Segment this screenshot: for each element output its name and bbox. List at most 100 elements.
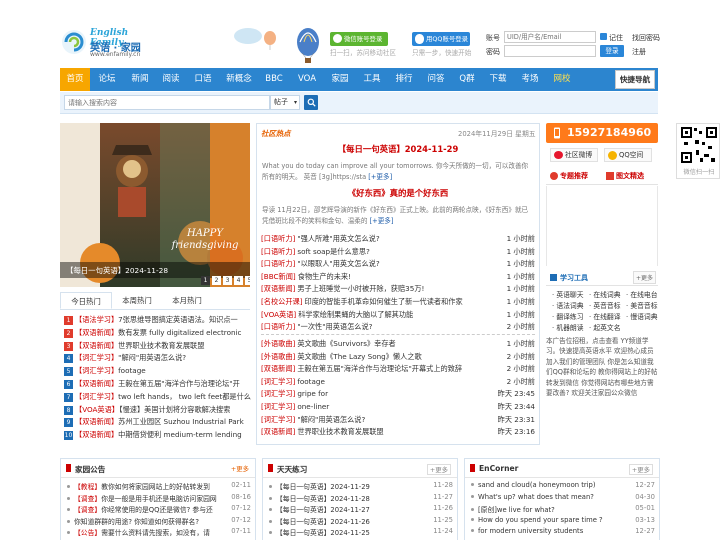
nav-item-new-concept[interactable]: 新概念	[220, 68, 258, 91]
bottom-item-title[interactable]: 【每日一句英语】2024-11-29	[276, 483, 370, 491]
hot-item-tag[interactable]: 【双语新闻】	[75, 430, 118, 439]
tool-link[interactable]: · 起英文名	[585, 322, 621, 332]
news-item-title[interactable]: "强人所难"用英文怎么说?	[297, 234, 379, 243]
bottom-item-title[interactable]: 需要什么资料请先搜索，如没有，请	[101, 529, 210, 537]
hot-item-title[interactable]: 王毅在第五届"海洋合作与治理论坛"开	[118, 379, 240, 388]
tools-more-link[interactable]: +更多	[632, 271, 656, 284]
hot-item-tag[interactable]: 【双语新闻】	[75, 379, 118, 388]
hot-item-title[interactable]: 数有发票 fully digitalized electronic	[118, 328, 241, 337]
news-item-tag[interactable]: [口语听力]	[261, 247, 295, 256]
hot-list-item[interactable]: 5 【词汇学习】footage	[64, 366, 252, 379]
news-item-title[interactable]: gripe for	[297, 389, 328, 398]
nav-item-voa[interactable]: VOA	[290, 68, 324, 91]
tool-link[interactable]: · 慢语词典	[622, 311, 658, 321]
nav-item-download[interactable]: 下载	[482, 68, 514, 91]
hot-list-item[interactable]: 2 【双语新闻】数有发票 fully digitalized electronic	[64, 328, 252, 341]
news-item-title[interactable]: 王毅在第五届"海洋合作与治理论坛"开幕式上的致辞	[297, 364, 462, 373]
bottom-item-title[interactable]: [原创]we live for what?	[478, 506, 555, 514]
wechat-login-button[interactable]: 微信账号登录	[330, 32, 388, 46]
news-item-title[interactable]: 科学家绘制果蝇的大脑以了解其功能	[298, 310, 413, 319]
bottom-item-title[interactable]: What's up? what does that mean?	[478, 493, 594, 501]
hot-item-tag[interactable]: 【双语新闻】	[75, 417, 118, 426]
tab-month-hot[interactable]: 本月热门	[162, 292, 212, 309]
bottom-item-title[interactable]: 【每日一句英语】2024-11-26	[276, 518, 370, 526]
news-item[interactable]: [双语新闻] 男子上班睡觉一小时被开除，获赔35万! 1 小时前	[261, 284, 535, 297]
feature-slider[interactable]: HAPPY friendsgiving 【每日一句英语】2024-11-28 1…	[60, 123, 250, 287]
slider-page-2[interactable]: 2	[212, 276, 221, 285]
hot-item-tag[interactable]: 【双语新闻】	[75, 341, 118, 350]
news-item[interactable]: [外语歌曲] 英文歌曲《The Lazy Song》懒人之歌 2 小时前	[261, 352, 535, 365]
nav-item-forum[interactable]: 论坛	[90, 68, 124, 91]
nav-item-online-school[interactable]: 网校	[546, 68, 578, 91]
news-item[interactable]: [口语听力] "以眼取人"用英文怎么说? 1 小时前	[261, 259, 535, 272]
news-item-title[interactable]: soft soap是什么意思?	[297, 247, 370, 256]
bottom-item-title[interactable]: 【每日一句英语】2024-11-28	[276, 495, 370, 503]
news-item-tag[interactable]: [词汇学习]	[261, 415, 295, 424]
news-item-title[interactable]: 世界职业技术教育发展联盟	[297, 427, 383, 436]
news-item-tag[interactable]: [词汇学习]	[261, 389, 295, 398]
hot-list-item[interactable]: 9 【双语新闻】苏州工业园区 Suzhou Industrial Park	[64, 417, 252, 430]
notice-more-link[interactable]: +更多	[231, 464, 249, 473]
hot-item-tag[interactable]: 【词汇学习】	[75, 366, 118, 375]
nav-item-qa[interactable]: 问答	[420, 68, 452, 91]
news-item[interactable]: [双语新闻] 王毅在第五届"海洋合作与治理论坛"开幕式上的致辞 2 小时前	[261, 364, 535, 377]
register-link[interactable]: 注册	[632, 47, 646, 57]
nav-item-qgroup[interactable]: Q群	[452, 68, 482, 91]
hot-list-item[interactable]: 6 【双语新闻】王毅在第五届"海洋合作与治理论坛"开	[64, 379, 252, 392]
slider-page-3[interactable]: 3	[223, 276, 232, 285]
news-item-tag[interactable]: [双语新闻]	[261, 284, 295, 293]
tool-link[interactable]: · 英语聊天	[548, 289, 584, 299]
nav-item-reading[interactable]: 阅读	[156, 68, 186, 91]
feature1-title[interactable]: 【每日一句英语】2024-11-29	[256, 143, 540, 155]
news-item-tag[interactable]: [外语歌曲]	[261, 339, 295, 348]
feature2-more-link[interactable]: [+更多]	[370, 217, 394, 225]
nav-item-home-garden[interactable]: 家园	[324, 68, 356, 91]
hot-item-tag[interactable]: 【VOA英语】	[75, 405, 119, 414]
hot-list-item[interactable]: 3 【双语新闻】世界职业技术教育发展联盟	[64, 341, 252, 354]
bottom-item-title[interactable]: sand and cloud(a honeymoon trip)	[478, 481, 596, 489]
login-button[interactable]: 登录	[600, 45, 624, 57]
news-item[interactable]: [口语听力] "一次性"用英语怎么说? 2 小时前	[261, 322, 535, 335]
nav-item-speaking[interactable]: 口语	[186, 68, 220, 91]
tool-link[interactable]: · 语法词典	[548, 300, 584, 310]
qzone-link[interactable]: QQ空间	[604, 148, 652, 162]
news-item-tag[interactable]: [VOA英语]	[261, 310, 296, 319]
hot-item-tag[interactable]: 【双语新闻】	[75, 328, 118, 337]
feature1-more-link[interactable]: [+更多]	[368, 173, 392, 181]
phone-banner[interactable]: 15927184960	[546, 123, 658, 143]
hot-list-item[interactable]: 1 【语法学习】7张思维导图搞定英语语法。知识点一	[64, 315, 252, 328]
news-item-title[interactable]: "一次性"用英语怎么说?	[297, 322, 372, 331]
news-item-title[interactable]: 食物生产的未来!	[298, 272, 351, 281]
hot-item-tag[interactable]: 【语法学习】	[75, 315, 118, 324]
hot-list-item[interactable]: 8 【VOA英语】【慢速】美国计划将分容歌解决搜索	[64, 405, 252, 418]
slider-page-5[interactable]: 5	[245, 276, 250, 285]
news-item-tag[interactable]: [名校公开课]	[261, 297, 303, 306]
news-item[interactable]: [BBC新闻] 食物生产的未来! 1 小时前	[261, 272, 535, 285]
search-type-select[interactable]: 帖子 ▾	[270, 95, 300, 110]
tool-link[interactable]: · 美音音标	[622, 300, 658, 310]
weibo-link[interactable]: 社区微博	[550, 148, 598, 162]
news-item-tag[interactable]: [词汇学习]	[261, 377, 295, 386]
bottom-item-title[interactable]: 你是一般是用手机还是电脑访问家园网	[101, 495, 217, 503]
news-item-tag[interactable]: [口语听力]	[261, 234, 295, 243]
tool-link[interactable]: · 在线电台	[622, 289, 658, 299]
nav-item-bbc[interactable]: BBC	[258, 68, 290, 91]
news-item-tag[interactable]: [口语听力]	[261, 259, 295, 268]
news-item-title[interactable]: footage	[297, 377, 325, 386]
bottom-item-title[interactable]: 教你如何将家园网站上的好帖转发到	[101, 483, 210, 491]
sidebar-notice[interactable]: 本广告位招租，点击查看 YY频道学习。快速提高英语水平 欢迎热心成员加入我们的管…	[546, 336, 658, 398]
feature2-title[interactable]: 《好东西》真的是个好东西	[256, 187, 540, 199]
hot-item-title[interactable]: 中期借贷便利 medium-term lending	[118, 430, 242, 439]
news-item[interactable]: [词汇学习] one-liner 昨天 23:44	[261, 402, 535, 415]
hot-item-title[interactable]: "解闷"用英语怎么说?	[118, 353, 186, 362]
news-item[interactable]: [VOA英语] 科学家绘制果蝇的大脑以了解其功能 1 小时前	[261, 310, 535, 323]
hot-item-title[interactable]: two left hands， two left feet都是什么	[118, 392, 251, 401]
news-item[interactable]: [词汇学习] footage 2 小时前	[261, 377, 535, 390]
news-item[interactable]: [词汇学习] "解闷"用英语怎么说? 昨天 23:31	[261, 415, 535, 428]
tool-link[interactable]: · 在线词典	[585, 289, 621, 299]
tab-week-hot[interactable]: 本周热门	[112, 292, 162, 309]
bottom-item-title[interactable]: How do you spend your spare time ?	[478, 516, 603, 524]
remember-checkbox[interactable]	[600, 33, 607, 40]
account-input[interactable]	[504, 31, 596, 43]
nav-item-tools[interactable]: 工具	[356, 68, 388, 91]
